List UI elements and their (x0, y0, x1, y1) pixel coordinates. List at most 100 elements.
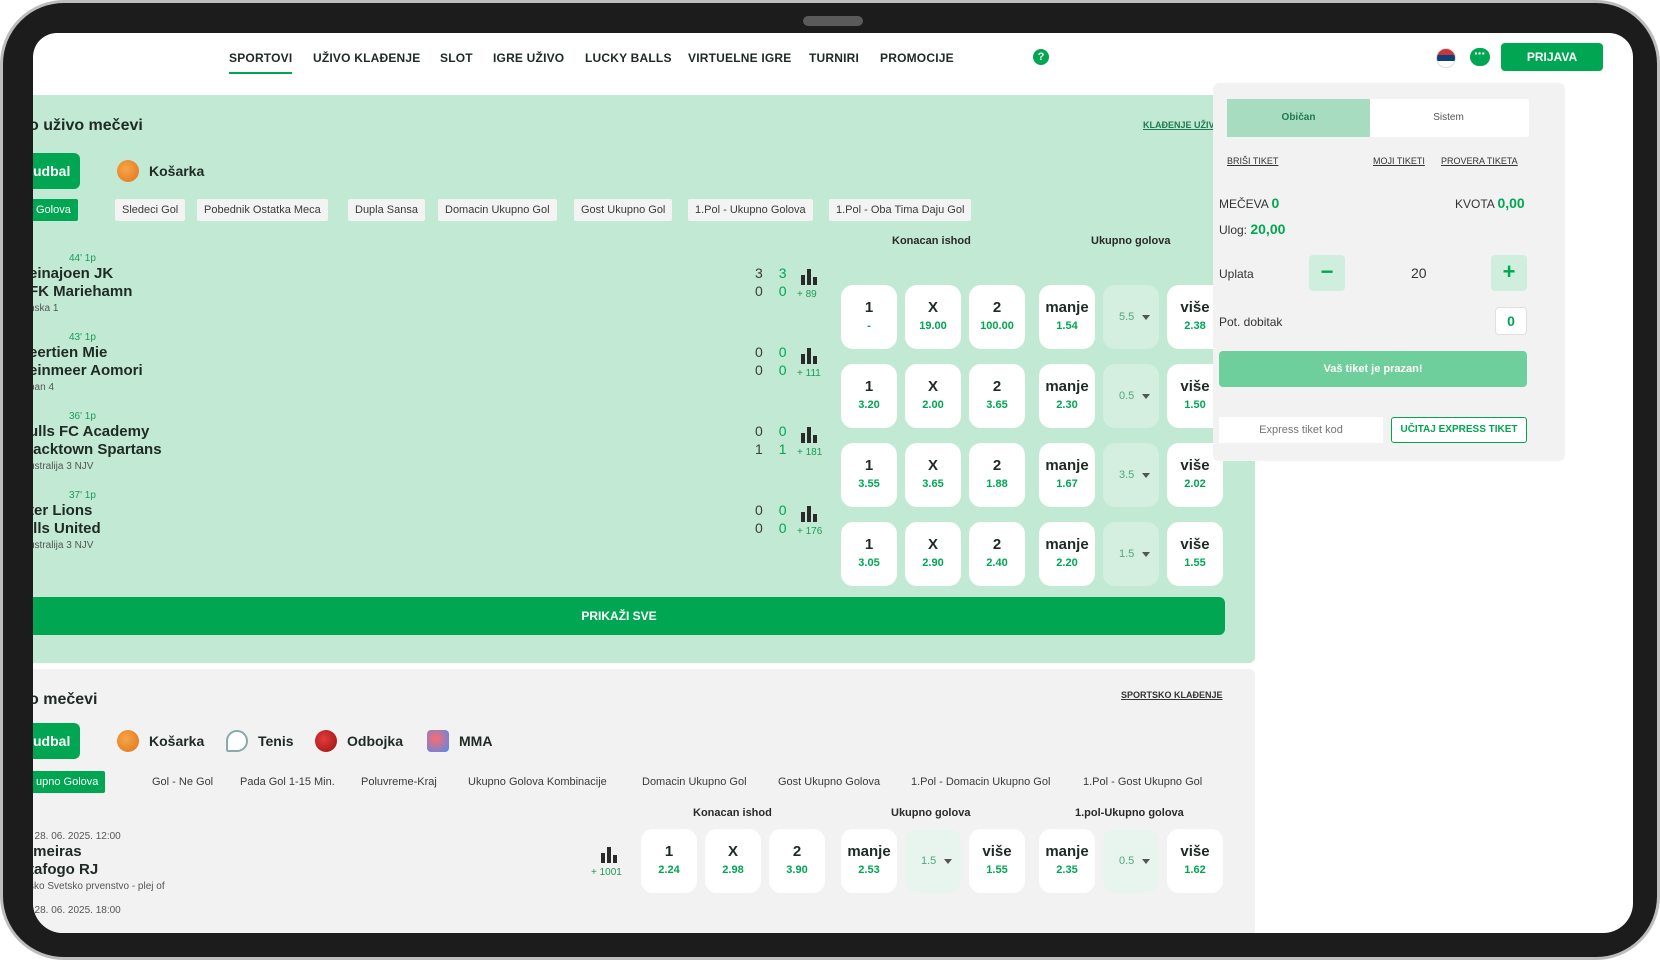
statistics-icon[interactable] (801, 348, 817, 364)
home-team[interactable]: eertien Mie (33, 344, 107, 361)
away-team[interactable]: FK Mariehamn (33, 283, 132, 300)
home-team[interactable]: lmeiras (33, 843, 82, 860)
market-chip[interactable]: 1.Pol - Gost Ukupno Gol (1076, 771, 1209, 793)
odd-away[interactable]: 2 1.88 (969, 443, 1025, 507)
odd-under[interactable]: manje 1.67 (1039, 443, 1095, 507)
decrease-stake-button[interactable]: − (1309, 255, 1345, 291)
statistics-icon[interactable] (801, 506, 817, 522)
goal-line-select[interactable]: 5.5 (1103, 285, 1159, 349)
market-chip[interactable]: Poluvreme-Kraj (354, 771, 444, 793)
goal-line-select[interactable]: 1.5 (905, 829, 961, 893)
market-chip[interactable]: Gol - Ne Gol (145, 771, 220, 793)
express-ticket-code-input[interactable] (1219, 417, 1383, 443)
nav-igre-uzivo[interactable]: IGRE UŽIVO (493, 51, 564, 65)
goal-line-select[interactable]: 3.5 (1103, 443, 1159, 507)
goal-line-select[interactable]: 0.5 (1103, 364, 1159, 428)
odd-under[interactable]: manje 1.54 (1039, 285, 1095, 349)
more-markets-count[interactable]: + 176 (797, 526, 822, 537)
empty-ticket-button[interactable]: Vaš tiket je prazan! (1219, 351, 1527, 387)
odd-home[interactable]: 1 2.24 (641, 829, 697, 893)
market-chip[interactable]: 1.Pol - Ukupno Golova (688, 199, 813, 221)
odd-under[interactable]: manje 2.53 (841, 829, 897, 893)
market-chip[interactable]: 1.Pol - Oba Tima Daju Gol (829, 199, 972, 221)
odd-under[interactable]: manje 2.20 (1039, 522, 1095, 586)
market-chip[interactable]: Sledeci Gol (115, 199, 186, 221)
odd-away[interactable]: 2 3.90 (769, 829, 825, 893)
nav-lucky-balls[interactable]: LUCKY BALLS (585, 51, 672, 65)
goal-line-select[interactable]: 1.5 (1103, 522, 1159, 586)
market-chip[interactable]: Pobednik Ostatka Meca (197, 199, 328, 221)
chat-icon[interactable] (1470, 45, 1490, 66)
sport-tab-tennis[interactable]: Tenis (226, 723, 294, 759)
sport-tab-football[interactable]: udbal (33, 723, 81, 759)
market-chip[interactable]: Gost Ukupno Gol (574, 199, 673, 221)
odd-half-under[interactable]: manje 2.35 (1039, 829, 1095, 893)
odd-draw[interactable]: X 3.65 (905, 443, 961, 507)
market-chip[interactable]: Pada Gol 1-15 Min. (233, 771, 342, 793)
away-team[interactable]: tafogo RJ (33, 861, 98, 878)
help-icon[interactable]: ? (1033, 49, 1049, 65)
odd-draw[interactable]: X 2.90 (905, 522, 961, 586)
sport-tab-basketball[interactable]: Košarka (117, 723, 204, 759)
more-markets-count[interactable]: + 111 (797, 368, 821, 379)
sport-tab-football[interactable]: udbal (33, 153, 81, 189)
away-team[interactable]: einmeer Aomori (33, 362, 143, 379)
more-markets-count[interactable]: + 1001 (591, 867, 622, 878)
market-chip[interactable]: upno Golova (33, 771, 106, 793)
market-chip[interactable]: Gost Ukupno Golova (771, 771, 887, 793)
odd-home[interactable]: 1 3.55 (841, 443, 897, 507)
statistics-icon[interactable] (801, 427, 817, 443)
nav-virtuelne-igre[interactable]: VIRTUELNE IGRE (688, 51, 791, 65)
sport-tab-volleyball[interactable]: Odbojka (315, 723, 403, 759)
odd-over[interactable]: više 1.55 (1167, 522, 1223, 586)
market-chip[interactable]: Dupla Sansa (348, 199, 425, 221)
odd-away[interactable]: 2 3.65 (969, 364, 1025, 428)
login-button[interactable]: PRIJAVA (1501, 43, 1603, 71)
market-chip[interactable]: Domacin Ukupno Gol (635, 771, 754, 793)
show-all-button[interactable]: PRIKAŽI SVE (33, 597, 1225, 635)
away-team[interactable]: ills United (33, 520, 101, 537)
odd-draw[interactable]: X 19.00 (905, 285, 961, 349)
odd-draw[interactable]: X 2.98 (705, 829, 761, 893)
my-tickets-link[interactable]: MOJI TIKETI (1373, 156, 1425, 166)
increase-stake-button[interactable]: + (1491, 255, 1527, 291)
nav-slot[interactable]: SLOT (440, 51, 473, 65)
nav-promocije[interactable]: PROMOCIJE (880, 51, 954, 65)
stake-input[interactable]: 20 (1411, 265, 1427, 281)
more-markets-count[interactable]: + 181 (797, 447, 822, 458)
sports-betting-link[interactable]: SPORTSKO KLAĐENJE (1121, 690, 1223, 700)
check-ticket-link[interactable]: PROVERA TIKETA (1441, 156, 1518, 166)
live-betting-link[interactable]: KLAĐENJE UŽIVO (1143, 120, 1222, 130)
market-chip[interactable]: Golova (33, 199, 78, 221)
market-chip[interactable]: Ukupno Golova Kombinacije (461, 771, 614, 793)
more-markets-count[interactable]: + 89 (797, 289, 817, 300)
nav-sportovi[interactable]: SPORTOVI (229, 51, 293, 74)
clear-ticket-link[interactable]: BRIŠI TIKET (1227, 156, 1278, 166)
home-team[interactable]: einajoen JK (33, 265, 113, 282)
sport-tab-mma[interactable]: MMA (427, 723, 492, 759)
tab-simple[interactable]: Običan (1227, 99, 1370, 137)
market-chip[interactable]: Domacin Ukupno Gol (438, 199, 557, 221)
odd-away[interactable]: 2 100.00 (969, 285, 1025, 349)
odd-under[interactable]: manje 2.30 (1039, 364, 1095, 428)
nav-uzivo-kladjenje[interactable]: UŽIVO KLAĐENJE (313, 51, 420, 65)
home-team[interactable]: ter Lions (33, 502, 92, 519)
statistics-icon[interactable] (601, 847, 617, 863)
language-flag-icon[interactable] (1436, 48, 1456, 68)
half-goal-line-select[interactable]: 0.5 (1103, 829, 1159, 893)
odd-home[interactable]: 1 3.20 (841, 364, 897, 428)
home-team[interactable]: ulls FC Academy (33, 423, 149, 440)
odd-away[interactable]: 2 2.40 (969, 522, 1025, 586)
tab-system[interactable]: Sistem (1377, 99, 1520, 137)
odd-over[interactable]: više 1.55 (969, 829, 1025, 893)
load-express-ticket-button[interactable]: UČITAJ EXPRESS TIKET (1391, 417, 1527, 443)
odd-home[interactable]: 1- (841, 285, 897, 349)
odd-home[interactable]: 1 3.05 (841, 522, 897, 586)
away-team[interactable]: lacktown Spartans (33, 441, 162, 458)
sport-tab-basketball[interactable]: Košarka (117, 153, 204, 189)
statistics-icon[interactable] (801, 269, 817, 285)
odd-half-over[interactable]: više 1.62 (1167, 829, 1223, 893)
market-chip[interactable]: 1.Pol - Domacin Ukupno Gol (904, 771, 1057, 793)
odd-draw[interactable]: X 2.00 (905, 364, 961, 428)
nav-turniri[interactable]: TURNIRI (809, 51, 859, 65)
